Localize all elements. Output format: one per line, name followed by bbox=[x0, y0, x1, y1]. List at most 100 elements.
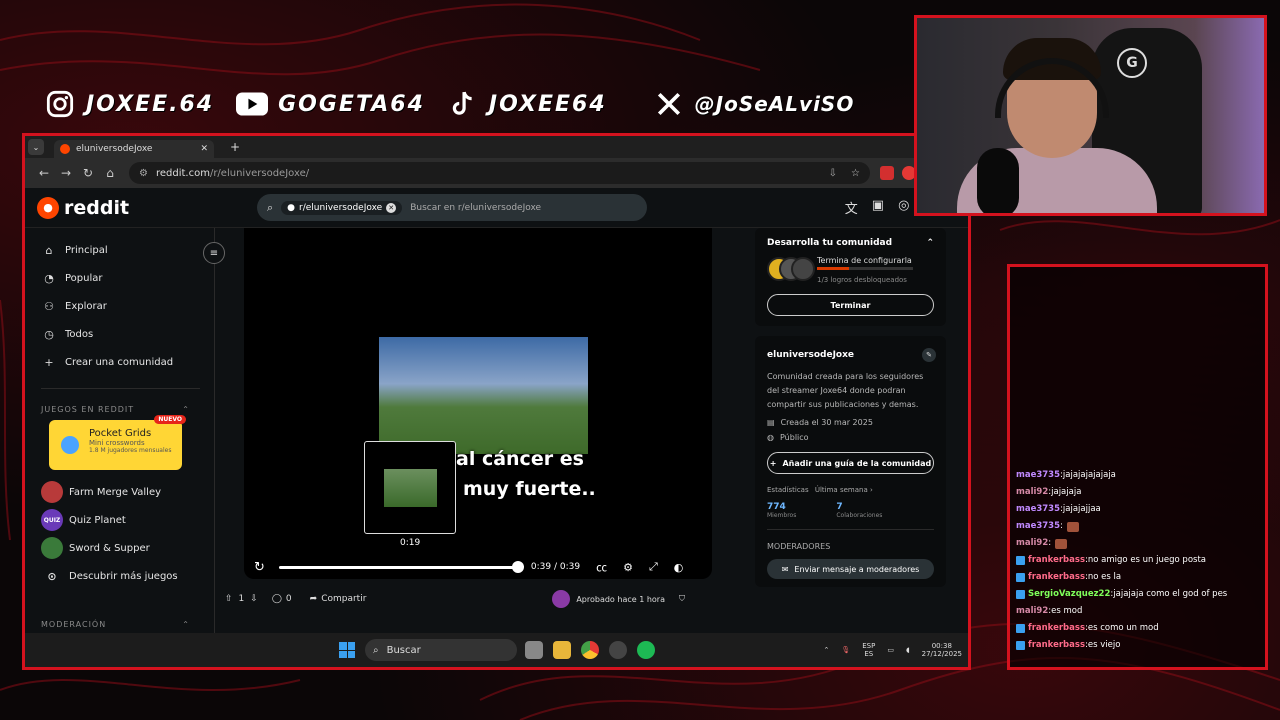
translate-icon[interactable]: 文 bbox=[845, 198, 858, 217]
captions-icon[interactable]: ㏄ bbox=[596, 559, 607, 575]
downvote-icon[interactable]: ⇩ bbox=[250, 594, 258, 604]
finish-button[interactable]: Terminar bbox=[767, 294, 934, 316]
new-tab-icon[interactable]: + bbox=[230, 140, 240, 154]
video-subtitle-line2: muy fuerte.. bbox=[463, 478, 596, 500]
chat-username[interactable]: frankerbass bbox=[1028, 620, 1085, 637]
chat-username[interactable]: mali92 bbox=[1016, 603, 1048, 620]
nav-item-explorar[interactable]: ⚇ Explorar bbox=[41, 292, 214, 320]
chat-username[interactable]: SergioVazquez22 bbox=[1028, 586, 1110, 603]
featured-game-card[interactable]: NUEVO Pocket Grids Mini crosswords 1.8 M… bbox=[49, 415, 186, 470]
game-item-farm-merge-valley[interactable]: Farm Merge Valley bbox=[41, 478, 214, 506]
grow-progress: Termina de configurarla 1/3 logros desbl… bbox=[767, 256, 934, 284]
chat-username[interactable]: mae3735 bbox=[1016, 501, 1060, 518]
search-bar[interactable]: ⌕ ● r/eluniversodeJoxe ✕ Buscar en r/elu… bbox=[257, 194, 647, 221]
browser-tab[interactable]: eluniversodeJoxe ✕ bbox=[54, 140, 214, 158]
chat-username[interactable]: mali92 bbox=[1016, 484, 1048, 501]
tiktok-icon bbox=[447, 88, 479, 120]
snoo-icon: ● bbox=[37, 196, 59, 219]
fullscreen-icon[interactable]: ⤢ bbox=[649, 560, 658, 574]
chevron-up-icon[interactable]: ⌃ bbox=[926, 238, 934, 248]
message-mods-button[interactable]: ✉ Enviar mensaje a moderadores bbox=[767, 559, 934, 579]
message-mods-label: Enviar mensaje a moderadores bbox=[794, 564, 920, 574]
forward-icon[interactable]: → bbox=[55, 166, 77, 180]
file-explorer-icon[interactable] bbox=[553, 641, 571, 659]
contributions-count: 7 bbox=[836, 502, 843, 512]
video-player[interactable]: al cáncer es muy fuerte.. 0:19 ↻ 0:39 / … bbox=[244, 228, 712, 579]
chat-emote-icon bbox=[1055, 538, 1068, 549]
chat-username[interactable]: mae3735 bbox=[1016, 518, 1060, 535]
microphone-icon[interactable]: 🎙 bbox=[841, 646, 850, 654]
video-progress-bar[interactable] bbox=[278, 560, 524, 573]
windows-start-icon[interactable] bbox=[339, 642, 355, 658]
members-label: Miembros bbox=[767, 512, 797, 519]
add-guide-button[interactable]: + Añadir una guía de la comunidad bbox=[767, 452, 934, 474]
extension-icon[interactable] bbox=[880, 166, 894, 180]
chat-icon[interactable]: ◎ bbox=[898, 198, 909, 217]
nav-item-crear-comunidad[interactable]: + Crear una comunidad bbox=[41, 348, 214, 376]
tiktok-handle: JOXEE64 bbox=[488, 91, 607, 117]
nav-item-principal[interactable]: ⌂ Principal bbox=[41, 236, 214, 264]
task-view-icon[interactable] bbox=[525, 641, 543, 659]
obs-icon[interactable] bbox=[609, 641, 627, 659]
approved-status: Aprobado hace 1 hora ⛉ bbox=[552, 590, 685, 608]
contributions-label: Colaboraciones bbox=[836, 512, 883, 519]
progress-knob[interactable] bbox=[511, 560, 524, 573]
upvote-icon[interactable]: ⇧ bbox=[225, 594, 233, 604]
spotify-icon[interactable] bbox=[637, 641, 655, 659]
network-icon[interactable]: ▭ bbox=[887, 646, 894, 654]
chat-username[interactable]: frankerbass bbox=[1028, 569, 1085, 586]
social-youtube: GOGETA64 bbox=[236, 88, 425, 120]
clock[interactable]: 00:38 27/12/2025 bbox=[922, 642, 962, 658]
share-button[interactable]: ➦ Compartir bbox=[310, 594, 367, 604]
address-bar[interactable]: ⚙ reddit.com/r/eluniversodeJoxe/ ⇩ ☆ bbox=[129, 162, 870, 184]
back-icon[interactable]: ← bbox=[33, 166, 55, 180]
chat-text: es mod bbox=[1051, 606, 1083, 616]
tray-chevron-up-icon[interactable]: ⌃ bbox=[823, 646, 829, 654]
nav-label: Popular bbox=[65, 272, 103, 284]
settings-gear-icon[interactable]: ⚙ bbox=[623, 561, 633, 574]
grow-title: Desarrolla tu comunidad bbox=[767, 238, 893, 248]
created-date: Creada el 30 mar 2025 bbox=[780, 418, 873, 427]
shield-icon[interactable]: ⛉ bbox=[679, 594, 685, 604]
tab-search-chevron-icon[interactable]: ⌄ bbox=[28, 139, 44, 155]
edit-pencil-icon[interactable]: ✎ bbox=[922, 348, 936, 362]
chat-username[interactable]: frankerbass bbox=[1028, 637, 1085, 654]
video-time: 0:39 / 0:39 bbox=[530, 562, 581, 572]
language-indicator[interactable]: ESP ES bbox=[862, 642, 875, 658]
quiz-planet-icon: QUIZ bbox=[41, 509, 63, 531]
right-sidebar: Desarrolla tu comunidad ⌃ Termina de conf… bbox=[743, 228, 958, 633]
volume-icon[interactable]: ◐ bbox=[674, 561, 684, 574]
chrome-icon[interactable] bbox=[581, 641, 599, 659]
taskbar-search[interactable]: ⌕ Buscar bbox=[365, 639, 517, 661]
instagram-handle: JOXEE.64 bbox=[86, 91, 215, 117]
nav-item-todos[interactable]: ◷ Todos bbox=[41, 320, 214, 348]
close-tab-icon[interactable]: ✕ bbox=[200, 144, 208, 154]
chat-username[interactable]: frankerbass bbox=[1028, 552, 1085, 569]
bookmark-star-icon[interactable]: ☆ bbox=[851, 168, 860, 179]
game-item-discover[interactable]: ⊙ Descubrir más juegos bbox=[41, 562, 214, 590]
chat-username[interactable]: mae3735 bbox=[1016, 467, 1060, 484]
game-item-sword-supper[interactable]: Sword & Supper bbox=[41, 534, 214, 562]
seek-preview-thumbnail bbox=[364, 441, 456, 534]
replay-icon[interactable]: ↻ bbox=[254, 560, 265, 575]
reload-icon[interactable]: ↻ bbox=[77, 166, 99, 180]
ads-icon[interactable]: ▣ bbox=[872, 198, 884, 217]
home-icon[interactable]: ⌂ bbox=[99, 166, 121, 180]
speaker-icon[interactable]: ◖ bbox=[906, 646, 910, 654]
gamepad-icon: ⊙ bbox=[47, 569, 57, 583]
search-scope-chip[interactable]: ● r/eluniversodeJoxe ✕ bbox=[281, 200, 403, 215]
reddit-logo[interactable]: ● reddit bbox=[37, 196, 257, 219]
nav-item-popular[interactable]: ◔ Popular bbox=[41, 264, 214, 292]
site-info-icon[interactable]: ⚙ bbox=[139, 168, 148, 179]
install-icon[interactable]: ⇩ bbox=[829, 168, 837, 179]
moderation-section-header[interactable]: MODERACIÓN ⌃ bbox=[41, 620, 214, 629]
members-count: 774 bbox=[767, 502, 786, 512]
chat-username[interactable]: mali92 bbox=[1016, 535, 1048, 552]
reddit-header: ● reddit ⌕ ● r/eluniversodeJoxe ✕ Buscar… bbox=[25, 188, 968, 228]
clear-scope-icon[interactable]: ✕ bbox=[386, 202, 397, 213]
chat-message: mali92 : bbox=[1016, 535, 1259, 552]
comments-button[interactable]: ◯ 0 bbox=[272, 594, 292, 604]
games-section-header[interactable]: JUEGOS EN REDDIT ⌃ bbox=[41, 405, 214, 414]
stats-period[interactable]: Última semana bbox=[815, 486, 868, 494]
game-item-quiz-planet[interactable]: QUIZ Quiz Planet bbox=[41, 506, 214, 534]
